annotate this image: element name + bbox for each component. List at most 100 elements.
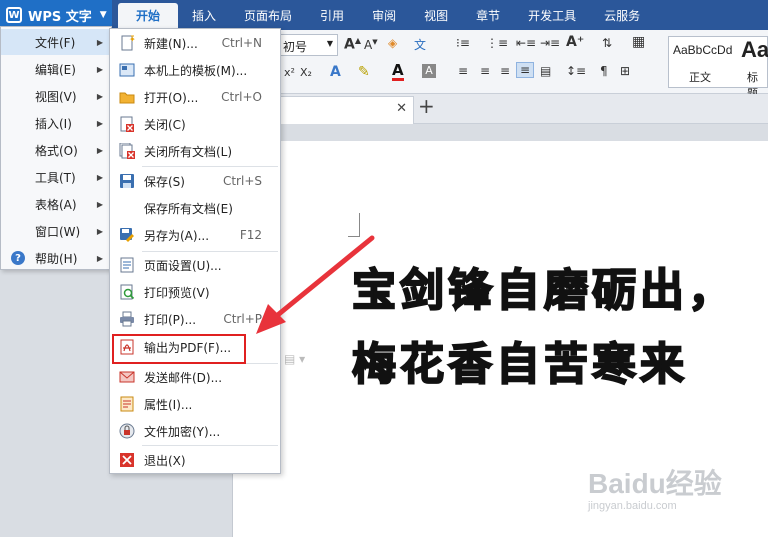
chevron-right-icon: ▶ [96,118,103,128]
style-heading-sample[interactable]: Aa [741,37,768,63]
align-center-icon[interactable]: ≡ [480,64,490,78]
menu-item-print-preview[interactable]: 打印预览(V) [110,279,280,305]
text-effect-icon[interactable]: A⁺ [566,34,584,50]
menu-item-label: 另存为(A)... [144,228,210,243]
table-grid-icon[interactable]: ▦ [632,34,645,50]
tab-references[interactable]: 引用 [306,0,358,30]
chevron-right-icon: ▶ [96,145,103,155]
menu-item-label: 保存所有文档(E) [144,201,233,216]
font-size-select[interactable]: 初号 ▼ [278,34,338,56]
menu-item-open[interactable]: 打开(O)... Ctrl+O [110,84,280,110]
phonetic-guide-icon[interactable]: 文 [414,36,426,53]
tab-developer[interactable]: 开发工具 [514,0,590,30]
menu-item-window[interactable]: 窗口(W) ▶ [1,218,111,244]
open-folder-icon [119,92,135,104]
bullets-icon[interactable]: ⁝≡ [456,36,470,50]
font-color-icon[interactable]: A [392,62,404,81]
menu-item-edit[interactable]: 编辑(E) ▶ [1,56,111,82]
menu-item-label: 文件(F) [35,35,76,50]
menu-item-help[interactable]: ? 帮助(H) ▶ [1,245,111,271]
style-normal-label: 正文 [689,71,711,84]
menu-item-table[interactable]: 表格(A) ▶ [1,191,111,217]
menu-item-exit[interactable]: 退出(X) [110,447,280,473]
menu-item-shortcut: Ctrl+P [223,312,262,326]
encrypt-icon [119,423,135,439]
menu-item-label: 页面设置(U)... [144,258,222,273]
svg-text:✦: ✦ [129,35,135,44]
style-normal-sample[interactable]: AaBbCcDd [673,43,732,57]
menu-item-encrypt[interactable]: 文件加密(Y)... [110,418,280,444]
menu-item-format[interactable]: 格式(O) ▶ [1,137,111,163]
menu-item-properties[interactable]: 属性(I)... [110,391,280,417]
menu-item-label: 关闭(C) [144,117,186,132]
distributed-icon[interactable]: ▤ [540,64,551,78]
align-left-icon[interactable]: ≡ [458,64,468,78]
menu-item-label: 本机上的模板(M)... [144,63,248,78]
indent-icon[interactable]: ⇥≡ [540,36,560,50]
menu-item-label: 退出(X) [144,453,186,468]
menu-item-save-as[interactable]: 另存为(A)... F12 [110,222,280,248]
tab-view[interactable]: 视图 [410,0,462,30]
tab-insert[interactable]: 插入 [178,0,230,30]
subscript-icon[interactable]: X₂ [300,66,312,79]
template-icon [119,63,135,77]
menu-item-save[interactable]: 保存(S) Ctrl+S [110,168,280,194]
menu-item-close-all[interactable]: 关闭所有文档(L) [110,138,280,164]
menu-item-insert[interactable]: 插入(I) ▶ [1,110,111,136]
menu-item-label: 工具(T) [35,170,76,185]
chevron-right-icon: ▶ [96,253,103,263]
close-tab-icon[interactable]: ✕ [396,101,407,116]
sort-icon[interactable]: ⇅ [602,36,612,50]
menu-item-print[interactable]: 打印(P)... Ctrl+P [110,306,280,332]
menu-item-label: 格式(O) [35,143,78,158]
menu-item-new[interactable]: ✦ 新建(N)... Ctrl+N [110,30,280,56]
chevron-right-icon: ▶ [96,91,103,101]
font-size-value: 初号 [283,40,308,54]
menu-item-label: 表格(A) [35,197,77,212]
paragraph-mark-icon[interactable]: ¶ [600,64,608,78]
menu-item-label: 属性(I)... [144,397,193,412]
clear-format-icon[interactable]: ◈ [388,36,397,50]
tab-page-layout[interactable]: 页面布局 [230,0,306,30]
page-setup-icon [120,257,134,273]
grow-font-icon[interactable]: A▲ [344,36,361,53]
menu-item-page-setup[interactable]: 页面设置(U)... [110,252,280,278]
tab-cloud-service[interactable]: 云服务 [590,0,654,30]
chevron-down-icon: ▼ [99,10,107,20]
chevron-right-icon: ▶ [96,172,103,182]
outdent-icon[interactable]: ⇤≡ [516,36,536,50]
title-bar: W WPS 文字 ▼ 开始 插入 页面布局 引用 审阅 视图 章节 开发工具 云… [0,0,768,30]
tab-review[interactable]: 审阅 [358,0,410,30]
char-shading-icon[interactable]: A [422,64,436,78]
menu-item-shortcut: Ctrl+S [222,174,262,188]
chevron-right-icon: ▶ [96,37,103,47]
document-text-line-1[interactable]: 宝剑锋自磨砺出， [351,254,736,318]
numbering-icon[interactable]: ⋮≡ [486,36,508,50]
style-gallery: AaBbCcDd 正文 Aa 标题 [668,36,768,100]
close-doc-icon [120,116,134,132]
menu-item-tools[interactable]: 工具(T) ▶ [1,164,111,190]
menu-item-close[interactable]: 关闭(C) [110,111,280,137]
align-right-icon[interactable]: ≡ [500,64,510,78]
borders-icon[interactable]: ⊞ [620,64,630,78]
menu-item-save-all[interactable]: 保存所有文档(E) [110,195,280,221]
superscript-icon[interactable]: x² [284,66,295,79]
menu-item-label: 视图(V) [35,89,77,104]
new-tab-icon[interactable]: + [418,94,435,118]
menu-item-label: 发送邮件(D)... [144,370,223,385]
menu-item-send-mail[interactable]: 发送邮件(D)... [110,364,280,390]
justify-icon[interactable]: ≡ [516,62,535,78]
shrink-font-icon[interactable]: A▼ [364,38,378,52]
menu-item-view[interactable]: 视图(V) ▶ [1,83,111,109]
tab-home[interactable]: 开始 [118,3,179,30]
paste-options-icon: ▤ ▾ [284,352,306,366]
text-outline-icon[interactable]: A [330,64,341,80]
line-spacing-icon[interactable]: ↕≡ [566,64,586,78]
document-tab[interactable]: ✕ [280,96,414,124]
menu-item-file[interactable]: 文件(F) ▶ [1,29,111,55]
highlight-icon[interactable]: ✎ [358,64,370,80]
exit-icon [120,453,134,467]
document-text-line-2[interactable]: 梅花香自苦寒来 [351,328,688,392]
tab-section[interactable]: 章节 [462,0,514,30]
menu-item-local-templates[interactable]: 本机上的模板(M)... [110,57,280,83]
